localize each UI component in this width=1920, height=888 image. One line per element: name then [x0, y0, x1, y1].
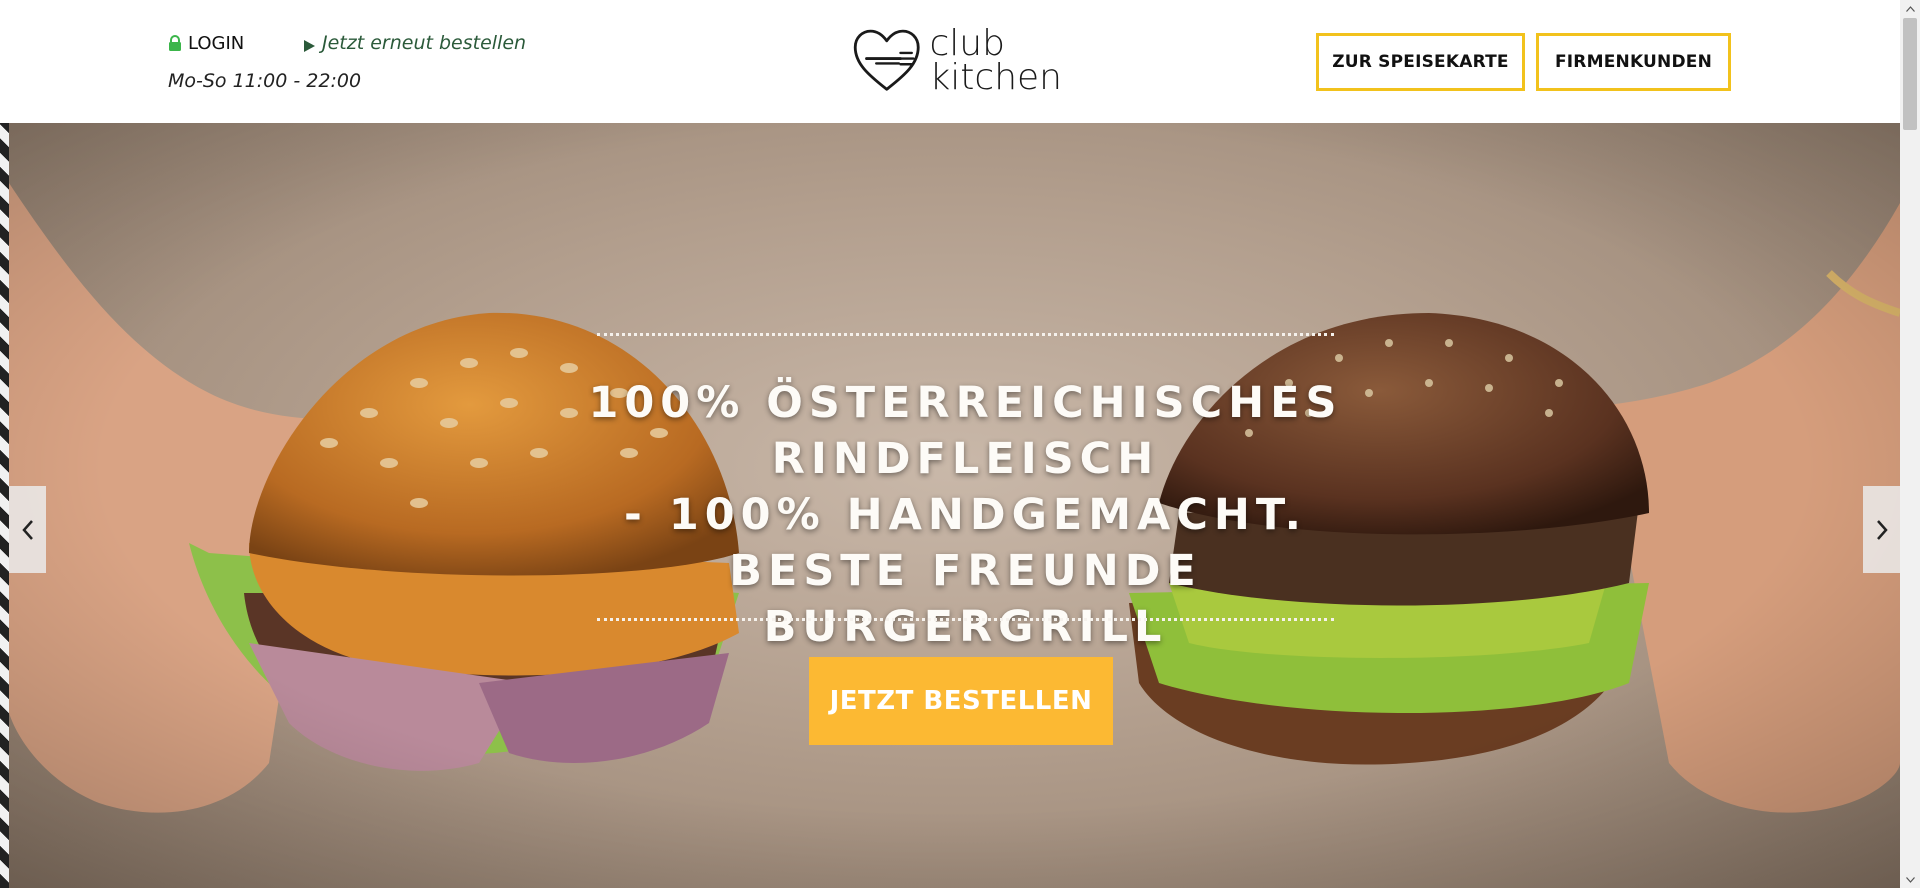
headline-line-1: 100% ÖSTERREICHISCHES [588, 378, 1343, 428]
chevron-right-icon [1876, 519, 1888, 540]
headline-line-3: - 100% HANDGEMACHT. [624, 490, 1307, 540]
logo-line-1: club [929, 23, 1005, 64]
menu-button[interactable]: ZUR SPEISEKARTE [1316, 33, 1525, 91]
order-now-button[interactable]: JETZT BESTELLEN [809, 657, 1113, 745]
slider-prev-button[interactable] [9, 486, 46, 573]
login-link[interactable]: LOGIN [168, 32, 244, 54]
slider-next-button[interactable] [1863, 486, 1900, 573]
scroll-down-arrow-icon[interactable] [1900, 871, 1920, 888]
opening-hours: Mo-So 11:00 - 22:00 [168, 70, 362, 92]
play-icon [303, 36, 316, 52]
reorder-label: Jetzt erneut bestellen [322, 32, 527, 54]
hero-divider-bottom [597, 618, 1334, 621]
business-customers-button[interactable]: FIRMENKUNDEN [1536, 33, 1731, 91]
site-logo[interactable]: club kitchen [852, 20, 1062, 102]
hero-headline: 100% ÖSTERREICHISCHES RINDFLEISCH - 100%… [519, 375, 1412, 655]
scroll-up-arrow-icon[interactable] [1900, 0, 1920, 17]
lock-icon [168, 34, 182, 52]
logo-line-2: kitchen [929, 57, 1062, 98]
chevron-left-icon [21, 519, 33, 540]
page-scrollbar[interactable] [1900, 0, 1920, 888]
hero-divider-top [597, 333, 1334, 336]
headline-line-2: RINDFLEISCH [771, 434, 1160, 484]
page: LOGIN Jetzt erneut bestellen Mo-So 11:00… [0, 0, 1920, 888]
heart-fork-logo-icon [853, 29, 920, 91]
scroll-thumb[interactable] [1903, 18, 1917, 130]
login-label: LOGIN [188, 32, 245, 54]
headline-line-4: BESTE FREUNDE BURGERGRILL [729, 546, 1202, 652]
site-header: LOGIN Jetzt erneut bestellen Mo-So 11:00… [0, 0, 1900, 123]
logo-wordmark: club kitchen [929, 23, 1062, 98]
hero-slider: 100% ÖSTERREICHISCHES RINDFLEISCH - 100%… [9, 123, 1900, 888]
reorder-link[interactable]: Jetzt erneut bestellen [303, 32, 526, 54]
left-edge-pattern [0, 123, 9, 888]
